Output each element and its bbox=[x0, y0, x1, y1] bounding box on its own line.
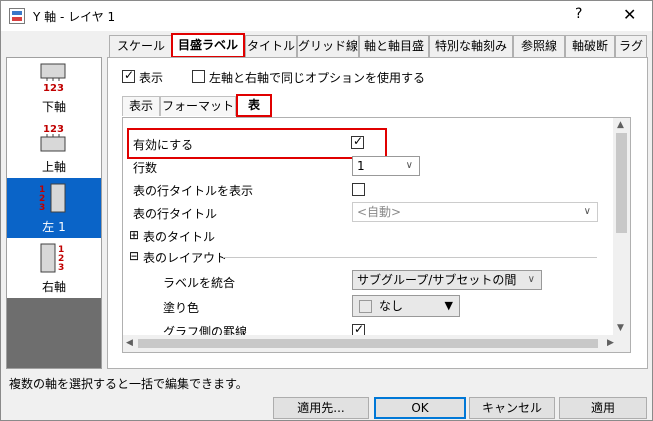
axis-label: 右軸 bbox=[41, 280, 66, 294]
close-button[interactable]: ✕ bbox=[623, 5, 636, 24]
apply-button[interactable]: 適用 bbox=[559, 397, 647, 419]
show-label: 表示 bbox=[139, 71, 164, 85]
top-axis-icon: 123 bbox=[40, 124, 66, 152]
row-table-title: ⊞ 表のタイトル bbox=[123, 224, 613, 247]
help-button[interactable]: ? bbox=[575, 6, 582, 22]
tab-panel: 表示 左軸と右軸で同じオプションを使用する 表示 フォーマット 表 有効にする … bbox=[107, 57, 648, 369]
scroll-left-icon[interactable]: ◀ bbox=[126, 338, 133, 348]
table-title-label: 表のタイトル bbox=[143, 230, 216, 244]
vertical-scrollbar[interactable]: ▲ ▼ bbox=[613, 118, 630, 337]
tab-axis-break[interactable]: 軸破断 bbox=[565, 35, 615, 57]
table-options-grid: 有効にする 行数 1∨ 表の行タイトルを表示 表の行タイトル <自動>∨ bbox=[122, 117, 631, 353]
show-row-title-checkbox[interactable] bbox=[352, 183, 365, 196]
show-checkbox[interactable] bbox=[122, 68, 135, 83]
fill-color-dropdown[interactable]: なし ▼ bbox=[352, 295, 460, 317]
tab-special-ticks[interactable]: 特別な軸刻み bbox=[429, 35, 513, 57]
cancel-button[interactable]: キャンセル bbox=[469, 397, 555, 419]
tab-bar: スケール 目盛ラベル タイトル グリッド線 軸と軸目盛 特別な軸刻み 参照線 軸… bbox=[107, 33, 648, 58]
axis-item-left[interactable]: 1 2 3 左 1 bbox=[7, 178, 101, 238]
row-show-row-title: 表の行タイトルを表示 bbox=[123, 178, 613, 201]
vertical-scroll-thumb[interactable] bbox=[616, 133, 627, 233]
scroll-up-icon[interactable]: ▲ bbox=[617, 120, 624, 130]
axis-label: 上軸 bbox=[41, 160, 66, 174]
row-table-layout: ⊟ 表のレイアウト bbox=[123, 245, 613, 268]
horizontal-scroll-thumb[interactable] bbox=[138, 339, 598, 348]
row-merge-labels: ラベルを統合 サブグループ/サブセットの間 ∨ bbox=[123, 270, 613, 293]
subtab-display[interactable]: 表示 bbox=[122, 96, 160, 116]
axis-label: 下軸 bbox=[41, 100, 66, 114]
bottom-axis-icon: 123 bbox=[40, 63, 66, 94]
collapse-icon[interactable]: ⊟ bbox=[129, 249, 139, 263]
row-title-dropdown[interactable]: <自動> ∨ bbox=[352, 202, 598, 222]
row-count-dropdown[interactable]: 1 ∨ bbox=[352, 156, 420, 176]
row-title-label: 表の行タイトル bbox=[133, 207, 218, 221]
tab-title[interactable]: タイトル bbox=[245, 35, 297, 57]
status-text: 複数の軸を選択すると一括で編集できます。 bbox=[9, 377, 248, 391]
same-options-label: 左軸と右軸で同じオプションを使用する bbox=[209, 71, 426, 85]
app-icon bbox=[9, 8, 25, 24]
color-swatch bbox=[359, 300, 372, 313]
axis-list-empty-area bbox=[7, 298, 101, 368]
tab-scale[interactable]: スケール bbox=[109, 35, 173, 57]
title-bar: Y 軸 - レイヤ 1 ? ✕ bbox=[1, 1, 652, 31]
tab-grid-lines[interactable]: グリッド線 bbox=[297, 35, 359, 57]
axis-label: 左 1 bbox=[42, 220, 66, 234]
chevron-down-icon: ∨ bbox=[527, 274, 535, 285]
chevron-down-icon: ∨ bbox=[405, 160, 413, 171]
table-layout-label: 表のレイアウト bbox=[143, 251, 228, 265]
axis-item-bottom[interactable]: 123 下軸 bbox=[7, 58, 101, 118]
apply-to-button[interactable]: 適用先... bbox=[273, 397, 369, 419]
tab-reference-lines[interactable]: 参照線 bbox=[513, 35, 565, 57]
tab-rug[interactable]: ラグ bbox=[615, 35, 647, 57]
chevron-down-icon: ∨ bbox=[583, 206, 591, 217]
row-row-count: 行数 1 ∨ bbox=[123, 155, 613, 178]
axis-item-right[interactable]: 1 2 3 右軸 bbox=[7, 238, 101, 298]
axis-dialog: Y 軸 - レイヤ 1 ? ✕ 123 下軸 123 上軸 1 2 3 左 1 … bbox=[0, 0, 653, 421]
tick-digit: 3 bbox=[58, 263, 64, 273]
fill-color-label: 塗り色 bbox=[163, 301, 200, 315]
subtab-table[interactable]: 表 bbox=[236, 94, 272, 117]
tick-digits: 123 bbox=[43, 124, 64, 135]
subtab-format[interactable]: フォーマット bbox=[160, 96, 236, 116]
window-title: Y 軸 - レイヤ 1 bbox=[33, 10, 116, 24]
scroll-right-icon[interactable]: ▶ bbox=[607, 338, 614, 348]
tab-axis-and-ticks[interactable]: 軸と軸目盛 bbox=[359, 35, 429, 57]
expand-icon[interactable]: ⊞ bbox=[129, 228, 139, 242]
row-count-label: 行数 bbox=[133, 161, 158, 175]
merge-labels-label: ラベルを統合 bbox=[163, 276, 236, 290]
enable-label: 有効にする bbox=[133, 138, 194, 152]
left-axis-icon: 1 2 3 bbox=[39, 183, 66, 213]
row-row-title: 表の行タイトル <自動> ∨ bbox=[123, 201, 613, 224]
enable-checkbox[interactable] bbox=[351, 134, 364, 149]
horizontal-scrollbar[interactable]: ◀ ▶ bbox=[123, 335, 630, 352]
right-axis-icon: 1 2 3 bbox=[40, 243, 64, 273]
row-fill-color: 塗り色 なし ▼ bbox=[123, 295, 613, 318]
show-row-title-label: 表の行タイトルを表示 bbox=[133, 184, 254, 198]
axis-list: 123 下軸 123 上軸 1 2 3 左 1 1 2 3 右軸 bbox=[6, 57, 102, 369]
tick-digits: 123 bbox=[43, 83, 64, 94]
row-enable: 有効にする bbox=[123, 132, 613, 155]
tick-digit: 3 bbox=[39, 203, 45, 213]
same-options-checkbox[interactable] bbox=[192, 70, 205, 83]
section-divider bbox=[223, 257, 597, 258]
triangle-down-icon: ▼ bbox=[444, 299, 453, 312]
ok-button[interactable]: OK bbox=[374, 397, 466, 419]
scroll-down-icon[interactable]: ▼ bbox=[617, 323, 624, 333]
axis-item-top[interactable]: 123 上軸 bbox=[7, 118, 101, 178]
merge-labels-dropdown[interactable]: サブグループ/サブセットの間 ∨ bbox=[352, 270, 542, 290]
tab-tick-labels[interactable]: 目盛ラベル bbox=[171, 33, 245, 58]
